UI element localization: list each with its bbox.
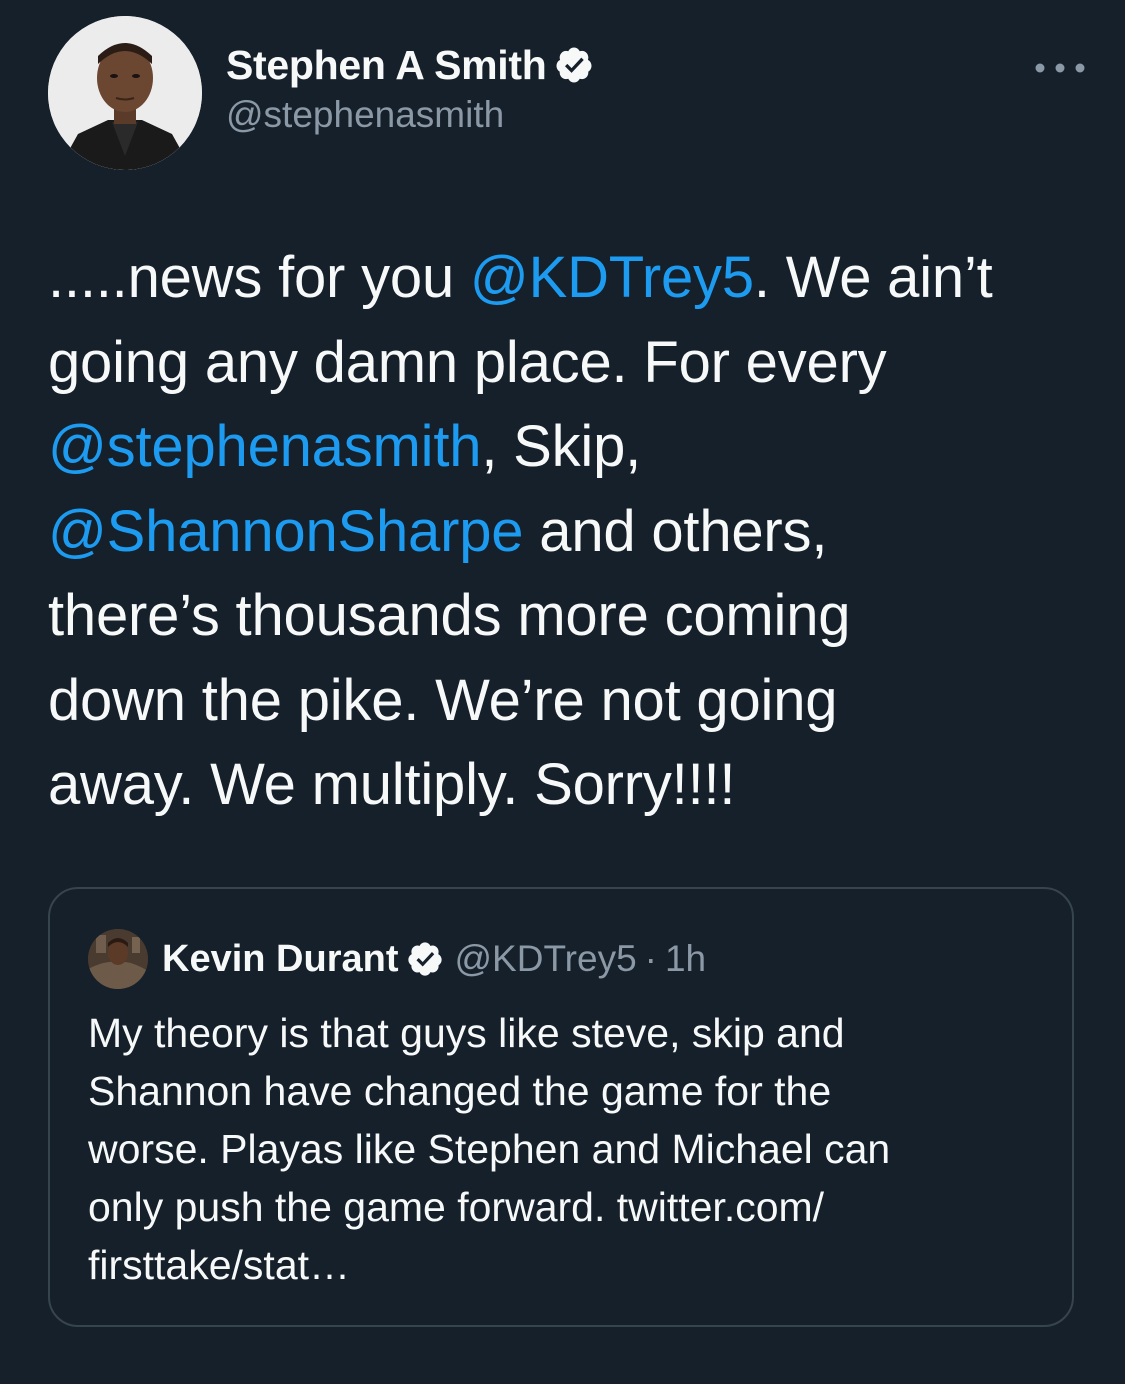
tweet-line: there’s thousands more coming [48, 574, 1088, 659]
quoted-tweet-line: firsttake/stat… [88, 1242, 351, 1288]
ellipsis-icon[interactable] [1032, 56, 1088, 80]
author-display-name[interactable]: Stephen A Smith [226, 42, 547, 89]
quoted-tweet-body: My theory is that guys like steve, skip … [88, 1004, 1028, 1294]
tweet-text-segment: , Skip, [481, 414, 642, 479]
tweet-line: down the pike. We’re not going [48, 659, 1088, 744]
tweet-line: going any damn place. For every [48, 321, 1088, 406]
tweet-text-segment: .....news for you [48, 245, 470, 310]
verified-badge-icon [556, 47, 592, 83]
tweet-line: away. We multiply. Sorry!!!! [48, 743, 1088, 828]
author-handle[interactable]: @stephenasmith [226, 94, 594, 136]
author-avatar[interactable] [48, 16, 202, 170]
profile-photo [48, 16, 202, 170]
separator-dot: · [644, 938, 657, 979]
tweet-body: .....news for you @KDTrey5. We ain’t goi… [48, 236, 1088, 828]
quoted-author-display-name[interactable]: Kevin Durant [162, 938, 398, 981]
quoted-tweet-card[interactable]: Kevin Durant @KDTrey5 · 1h My theory is … [48, 887, 1074, 1327]
tweet-text-segment: going any damn place. For every [48, 329, 887, 395]
quoted-tweet-line: My theory is that guys like steve, skip … [88, 1010, 845, 1056]
tweet-line: @stephenasmith, Skip, [48, 405, 1088, 490]
mention-link[interactable]: @stephenasmith [48, 414, 482, 479]
tweet-text-segment: there’s thousands more coming [48, 583, 851, 648]
quoted-author-avatar[interactable] [88, 929, 148, 989]
profile-photo [88, 929, 148, 989]
tweet-text-segment: away. We multiply. Sorry!!!! [48, 752, 736, 817]
quoted-tweet-line: worse. Playas like Stephen and Michael c… [88, 1126, 891, 1172]
quoted-tweet-line: only push the game forward. twitter.com/ [88, 1184, 825, 1230]
tweet-text-segment: . We ain’t [753, 245, 993, 310]
quoted-tweet-timestamp[interactable]: 1h [665, 938, 706, 980]
quoted-tweet-line: Shannon have changed the game for the [88, 1068, 832, 1114]
tweet-text-segment: down the pike. We’re not going [48, 667, 838, 733]
quoted-author-handle[interactable]: @KDTrey5 [454, 938, 636, 980]
tweet-line: @ShannonSharpe and others, [48, 490, 1088, 575]
quoted-tweet-header: Kevin Durant @KDTrey5 · 1h [88, 929, 706, 989]
verified-badge-icon [408, 942, 443, 976]
mention-link[interactable]: @KDTrey5 [470, 245, 754, 310]
tweet-text-segment: and others, [523, 498, 828, 564]
author-info: Stephen A Smith @stephenasmith [226, 40, 594, 136]
mention-link[interactable]: @ShannonSharpe [48, 499, 524, 564]
display-name-row: Stephen A Smith [226, 40, 594, 90]
tweet-line: .....news for you @KDTrey5. We ain’t [48, 236, 1088, 321]
tweet-header: Stephen A Smith @stephenasmith [48, 16, 1088, 172]
